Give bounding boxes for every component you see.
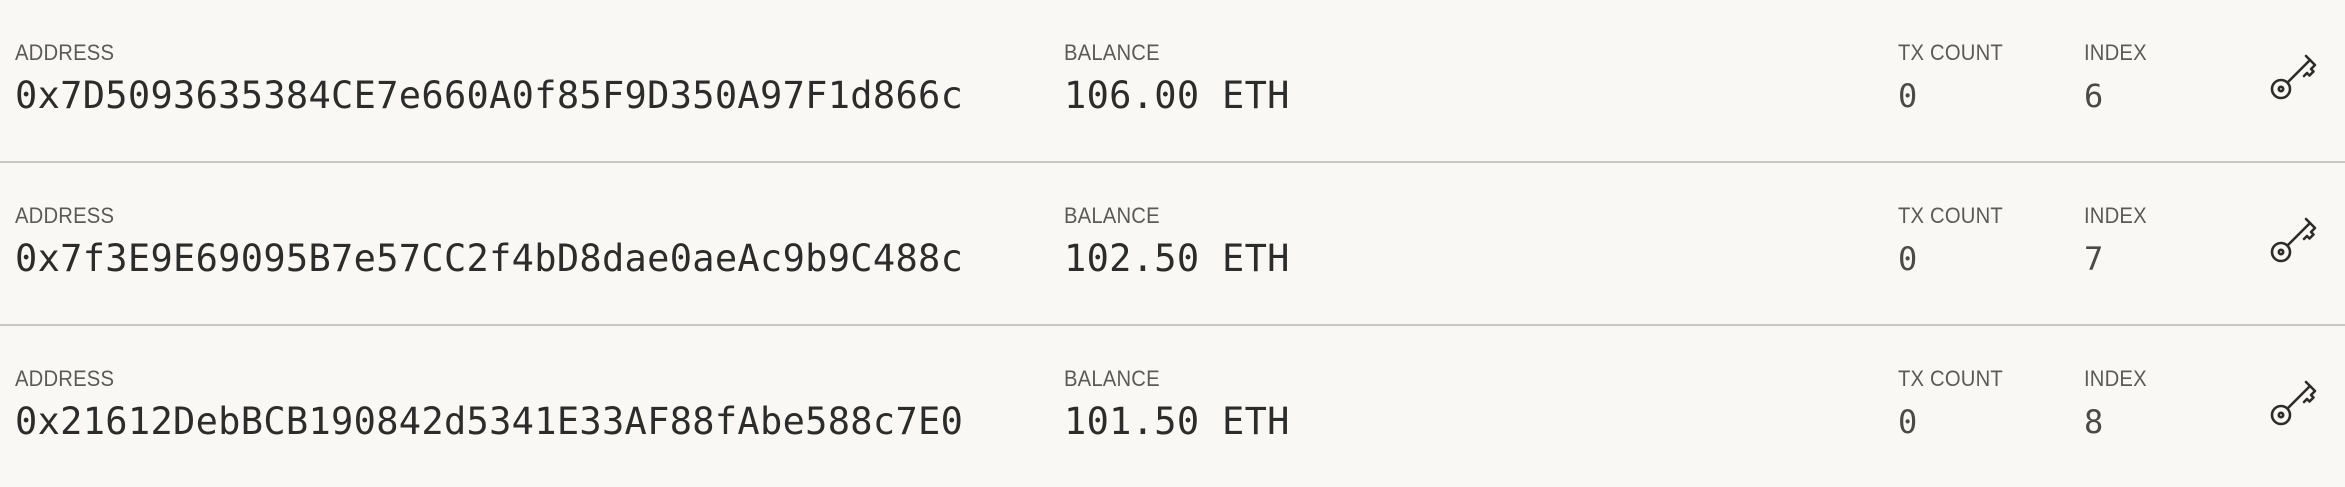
address-cell: ADDRESS 0x7f3E9E69095B7e57CC2f4bD8dae0ae… xyxy=(15,203,963,281)
balance-label: BALANCE xyxy=(1064,366,1160,391)
index-label: INDEX xyxy=(2084,203,2147,228)
address-cell: ADDRESS 0x21612DebBCB190842d5341E33AF88f… xyxy=(15,366,963,444)
address-value: 0x7f3E9E69095B7e57CC2f4bD8dae0aeAc9b9C48… xyxy=(15,237,964,280)
index-value: 7 xyxy=(2084,240,2104,278)
index-cell: INDEX 8 xyxy=(2084,366,2152,444)
account-list: ADDRESS 0x7D5093635384CE7e660A0f85F9D350… xyxy=(0,0,2345,487)
balance-label: BALANCE xyxy=(1064,40,1160,65)
account-row: ADDRESS 0x21612DebBCB190842d5341E33AF88f… xyxy=(0,326,2345,487)
tx-count-value: 0 xyxy=(1898,403,1918,441)
show-keys-button[interactable] xyxy=(2265,208,2325,268)
address-cell: ADDRESS 0x7D5093635384CE7e660A0f85F9D350… xyxy=(15,40,963,118)
address-value: 0x7D5093635384CE7e660A0f85F9D350A97F1d86… xyxy=(15,74,964,117)
key-icon xyxy=(2270,54,2317,100)
index-value: 8 xyxy=(2084,403,2104,441)
tx-count-value: 0 xyxy=(1898,240,1918,278)
address-value: 0x21612DebBCB190842d5341E33AF88fAbe588c7… xyxy=(15,400,964,443)
tx-count-label: TX COUNT xyxy=(1898,366,2003,391)
index-cell: INDEX 6 xyxy=(2084,40,2152,118)
show-keys-button[interactable] xyxy=(2265,45,2325,105)
tx-count-cell: TX COUNT 0 xyxy=(1898,366,2012,444)
account-row: ADDRESS 0x7f3E9E69095B7e57CC2f4bD8dae0ae… xyxy=(0,163,2345,326)
tx-count-label: TX COUNT xyxy=(1898,40,2003,65)
account-row: ADDRESS 0x7D5093635384CE7e660A0f85F9D350… xyxy=(0,0,2345,163)
show-keys-button[interactable] xyxy=(2265,371,2325,431)
balance-cell: BALANCE 102.50 ETH xyxy=(1064,203,1290,281)
tx-count-cell: TX COUNT 0 xyxy=(1898,203,2012,281)
tx-count-value: 0 xyxy=(1898,77,1918,115)
index-label: INDEX xyxy=(2084,366,2147,391)
balance-cell: BALANCE 106.00 ETH xyxy=(1064,40,1290,118)
address-label: ADDRESS xyxy=(15,203,115,228)
index-value: 6 xyxy=(2084,77,2104,115)
index-cell: INDEX 7 xyxy=(2084,203,2152,281)
address-label: ADDRESS xyxy=(15,40,115,65)
balance-value: 102.50 ETH xyxy=(1064,237,1290,280)
key-icon xyxy=(2270,217,2317,263)
address-label: ADDRESS xyxy=(15,366,115,391)
key-icon xyxy=(2270,380,2317,426)
balance-label: BALANCE xyxy=(1064,203,1160,228)
balance-value: 106.00 ETH xyxy=(1064,74,1290,117)
balance-cell: BALANCE 101.50 ETH xyxy=(1064,366,1290,444)
tx-count-label: TX COUNT xyxy=(1898,203,2003,228)
tx-count-cell: TX COUNT 0 xyxy=(1898,40,2012,118)
index-label: INDEX xyxy=(2084,40,2147,65)
balance-value: 101.50 ETH xyxy=(1064,400,1290,443)
